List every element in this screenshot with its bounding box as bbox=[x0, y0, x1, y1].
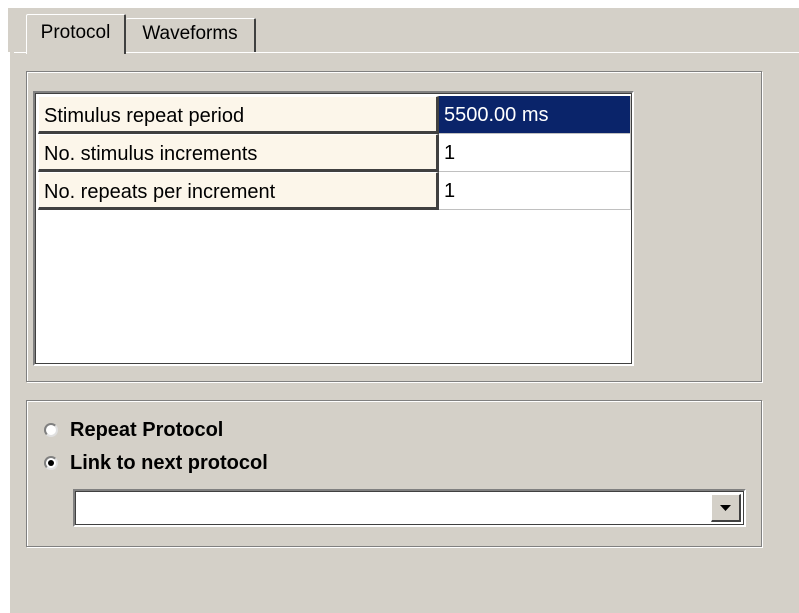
repeat-protocol-radio[interactable] bbox=[44, 423, 58, 437]
repeat-protocol-label[interactable]: Repeat Protocol bbox=[70, 419, 223, 442]
param-label-repeat-period: Stimulus repeat period bbox=[38, 96, 439, 134]
link-to-next-label[interactable]: Link to next protocol bbox=[70, 452, 268, 475]
repeat-protocol-option[interactable]: Repeat Protocol bbox=[44, 417, 223, 443]
link-to-next-option[interactable]: Link to next protocol bbox=[44, 450, 268, 476]
tab-protocol[interactable]: Protocol bbox=[26, 14, 126, 54]
next-protocol-select[interactable] bbox=[73, 489, 746, 527]
param-value-stimulus-increments[interactable]: 1 bbox=[439, 134, 631, 172]
tab-waveforms[interactable]: Waveforms bbox=[126, 18, 256, 52]
chevron-down-icon bbox=[720, 504, 731, 511]
radio-selected-dot bbox=[48, 460, 54, 466]
parameter-grid[interactable]: Stimulus repeat period 5500.00 ms No. st… bbox=[33, 91, 634, 366]
panel-left-edge bbox=[8, 52, 10, 613]
param-label-repeats-per-increment: No. repeats per increment bbox=[38, 172, 439, 210]
param-value-repeats-per-increment[interactable]: 1 bbox=[439, 172, 631, 210]
link-to-next-radio[interactable] bbox=[44, 456, 58, 470]
param-label-stimulus-increments: No. stimulus increments bbox=[38, 134, 439, 172]
param-value-repeat-period[interactable]: 5500.00 ms bbox=[439, 96, 631, 134]
dropdown-button[interactable] bbox=[711, 494, 741, 522]
